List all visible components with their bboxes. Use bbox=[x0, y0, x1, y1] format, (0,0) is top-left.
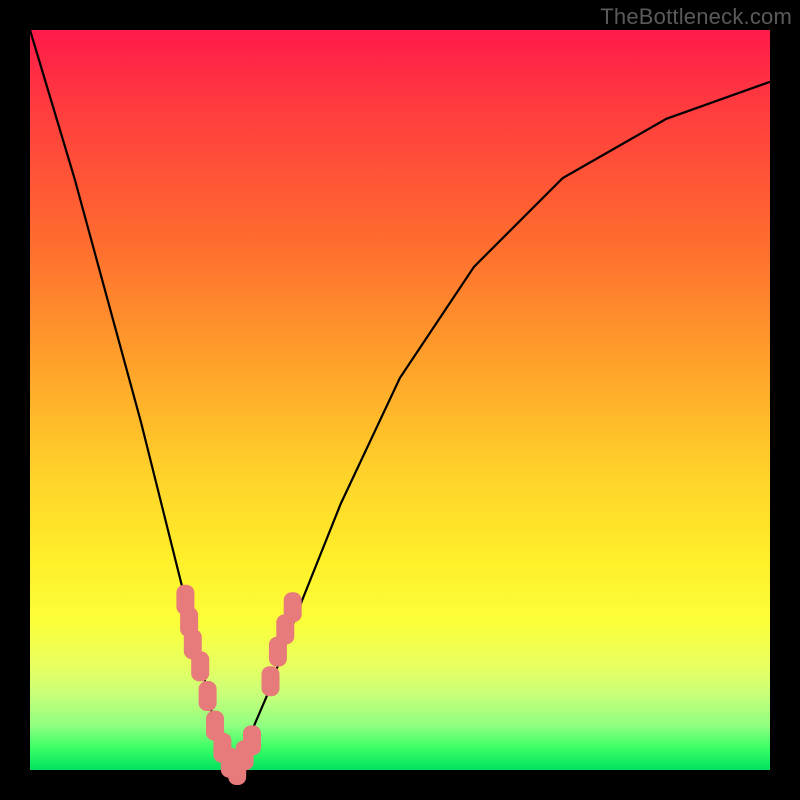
marker-point bbox=[191, 651, 209, 681]
marker-point bbox=[243, 725, 261, 755]
marker-point bbox=[284, 592, 302, 622]
bottleneck-curve bbox=[30, 30, 770, 770]
marker-point bbox=[199, 681, 217, 711]
curve-svg bbox=[30, 30, 770, 770]
marker-group bbox=[176, 585, 301, 785]
watermark-text: TheBottleneck.com bbox=[600, 4, 792, 30]
plot-area bbox=[30, 30, 770, 770]
marker-point bbox=[262, 666, 280, 696]
chart-frame: TheBottleneck.com bbox=[0, 0, 800, 800]
